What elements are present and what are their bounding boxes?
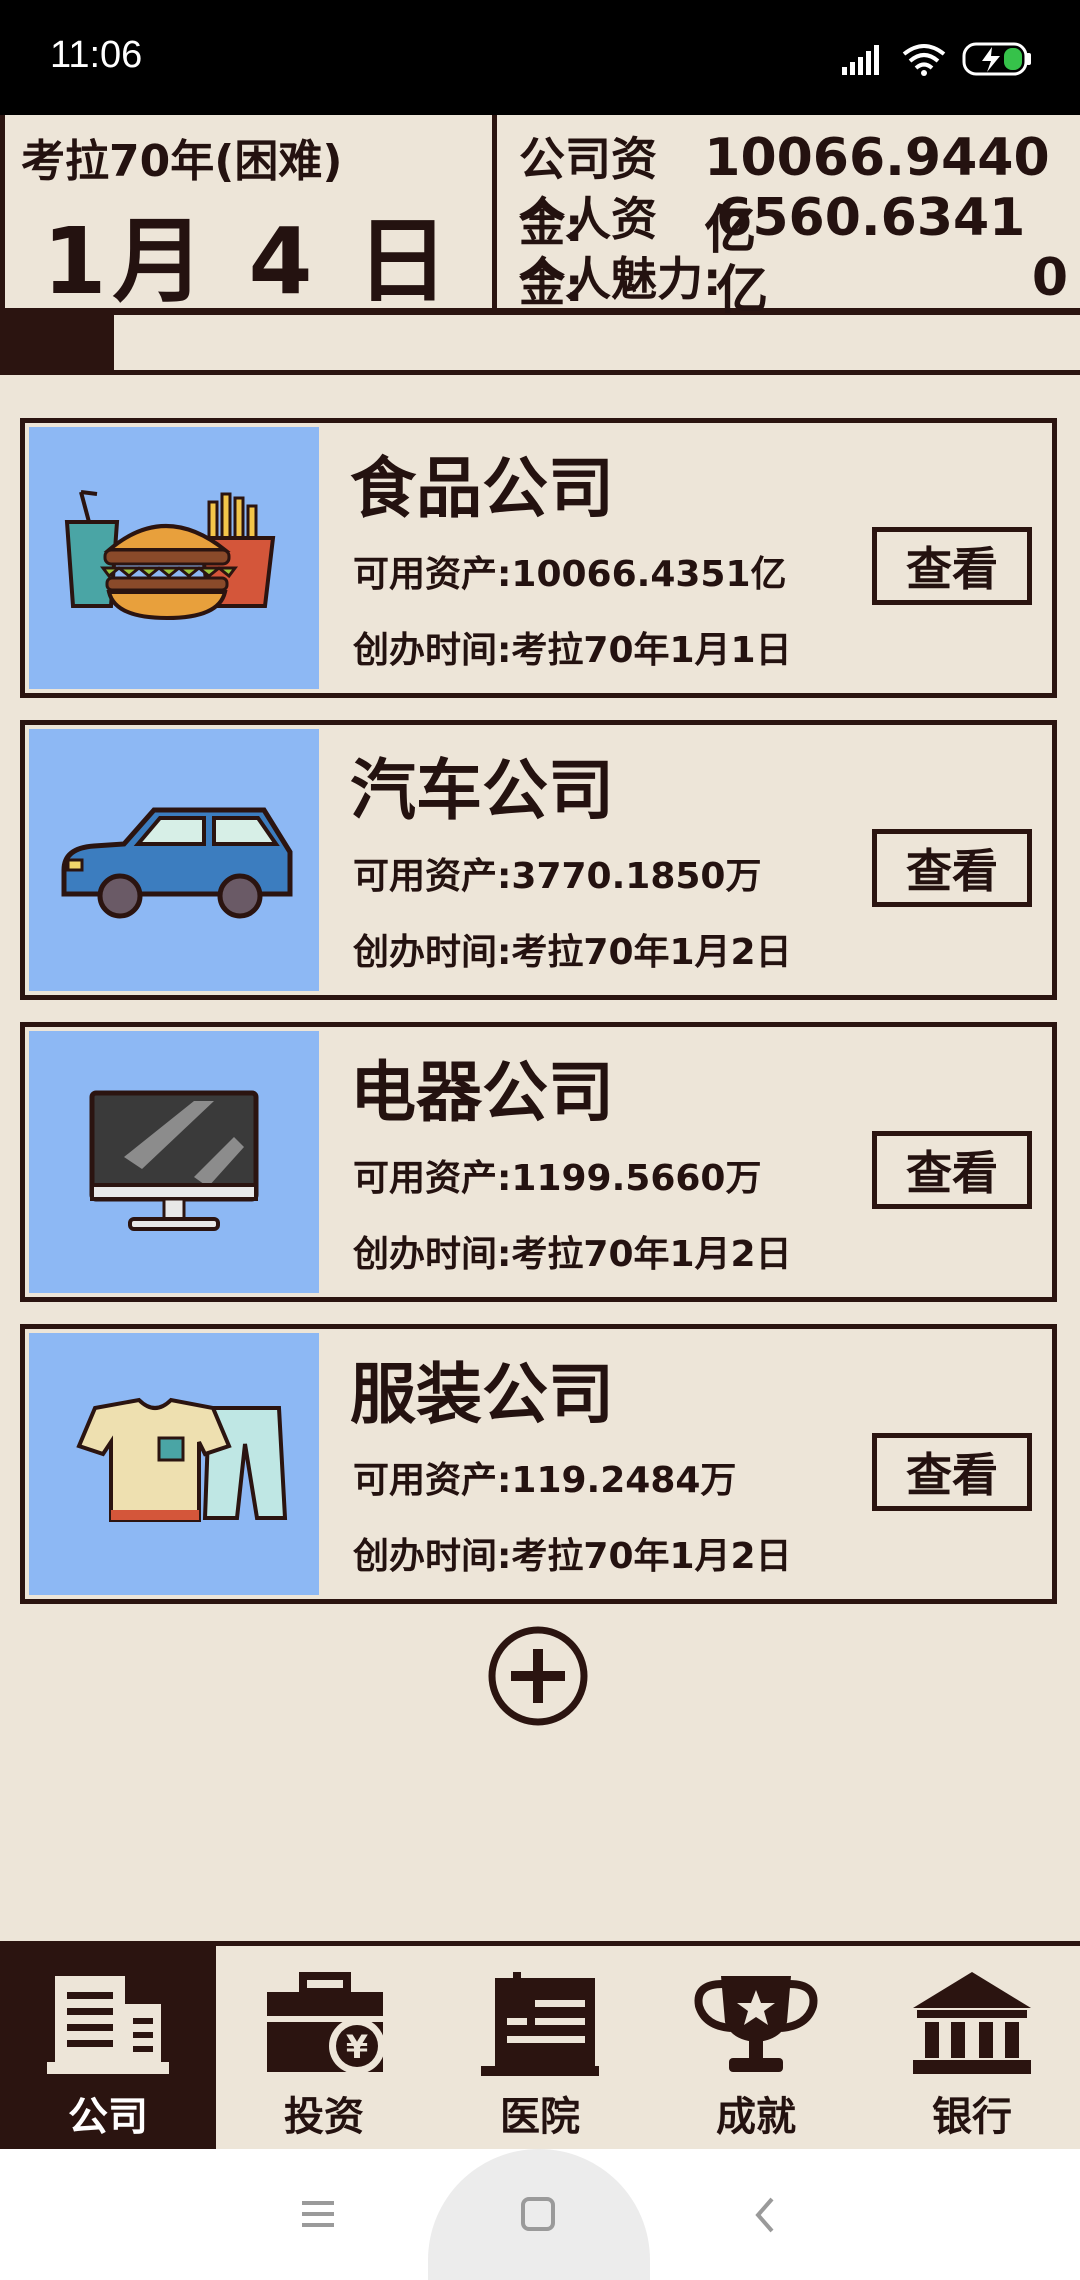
building-icon — [47, 1976, 169, 2074]
battery-charging-icon — [962, 42, 1031, 76]
company-founded-date: 创办时间:考拉70年1月2日 — [353, 1536, 792, 1577]
tab-label: 银行 — [932, 2094, 1012, 2140]
company-founded-date: 创办时间:考拉70年1月2日 — [353, 1234, 792, 1275]
company-name: 食品公司 — [350, 450, 614, 527]
game-header: 考拉70年(困难) 1月 4 日 公司资金: 10066.9440亿 个人资金:… — [0, 115, 1080, 321]
home-icon[interactable] — [519, 2195, 559, 2235]
charm-label: 个人魅力: — [519, 252, 722, 306]
tab-label: 投资 — [284, 2094, 364, 2140]
company-founded-date: 创办时间:考拉70年1月1日 — [353, 630, 792, 671]
briefcase-yen-icon: ¥ — [267, 1972, 385, 2074]
company-name: 汽车公司 — [350, 752, 614, 829]
charm-value: 0 — [1031, 248, 1068, 308]
bank-icon — [913, 1972, 1031, 2074]
tab-label: 成就 — [716, 2094, 796, 2140]
bottom-nav: 公司 ¥ 投资 医院 成就 银行 — [0, 1941, 1080, 2149]
plus-circle-icon[interactable] — [487, 1625, 589, 1727]
tab-bank[interactable]: 银行 — [864, 1946, 1080, 2149]
view-food-company-button[interactable]: 查看 — [872, 527, 1032, 605]
day-progress-fill — [0, 315, 115, 370]
personal-funds-row: 个人资金: 6560.6341亿 — [519, 183, 1068, 321]
company-assets: 可用资产:1199.5660万 — [353, 1158, 762, 1199]
company-founded-date: 创办时间:考拉70年1月2日 — [353, 932, 792, 973]
car-icon — [29, 729, 319, 991]
status-icons — [842, 38, 1034, 80]
signal-icon — [842, 45, 879, 75]
current-date: 1月 4 日 — [42, 208, 455, 315]
back-icon[interactable] — [750, 2195, 780, 2235]
view-clothing-company-button[interactable]: 查看 — [872, 1433, 1032, 1511]
company-card-food: 食品公司 可用资产:10066.4351亿 创办时间:考拉70年1月1日 查看 — [20, 418, 1057, 698]
company-card-electronics: 电器公司 可用资产:1199.5660万 创办时间:考拉70年1月2日 查看 — [20, 1022, 1057, 1302]
status-bar: 11:06 — [0, 0, 1080, 115]
company-assets: 可用资产:10066.4351亿 — [353, 554, 787, 595]
fastfood-icon — [29, 427, 319, 689]
company-assets: 可用资产:3770.1850万 — [353, 856, 762, 897]
tab-label: 公司 — [68, 2094, 148, 2140]
funds-panel: 公司资金: 10066.9440亿 个人资金: 6560.6341亿 个人魅力:… — [497, 115, 1080, 321]
wifi-icon — [902, 44, 946, 76]
monitor-icon — [29, 1031, 319, 1293]
hospital-icon — [481, 1972, 599, 2076]
tab-company[interactable]: 公司 — [0, 1946, 216, 2149]
svg-text:¥: ¥ — [346, 2028, 368, 2066]
company-list: 食品公司 可用资产:10066.4351亿 创办时间:考拉70年1月1日 查看 … — [20, 418, 1057, 1626]
view-electronics-company-button[interactable]: 查看 — [872, 1131, 1032, 1209]
charm-row: 个人魅力: 0 — [519, 243, 1068, 308]
menu-icon[interactable] — [298, 2197, 338, 2231]
view-car-company-button[interactable]: 查看 — [872, 829, 1032, 907]
company-funds-row: 公司资金: 10066.9440亿 — [519, 123, 1068, 261]
company-card-clothing: 服装公司 可用资产:119.2484万 创办时间:考拉70年1月2日 查看 — [20, 1324, 1057, 1604]
day-progress-bar — [0, 315, 1080, 375]
company-name: 电器公司 — [350, 1054, 614, 1131]
trophy-icon — [694, 1976, 818, 2072]
tab-investment[interactable]: ¥ 投资 — [216, 1946, 432, 2149]
company-assets: 可用资产:119.2484万 — [353, 1460, 737, 1501]
company-name: 服装公司 — [350, 1356, 614, 1433]
tab-achievements[interactable]: 成就 — [648, 1946, 864, 2149]
status-time: 11:06 — [50, 34, 143, 76]
date-panel: 考拉70年(困难) 1月 4 日 — [0, 115, 497, 315]
clothing-icon — [29, 1333, 319, 1595]
tab-hospital[interactable]: 医院 — [432, 1946, 648, 2149]
system-nav-bar — [0, 2149, 1080, 2280]
company-card-car: 汽车公司 可用资产:3770.1850万 创办时间:考拉70年1月2日 查看 — [20, 720, 1057, 1000]
tab-label: 医院 — [500, 2094, 580, 2140]
scenario-label: 考拉70年(困难) — [21, 136, 343, 187]
